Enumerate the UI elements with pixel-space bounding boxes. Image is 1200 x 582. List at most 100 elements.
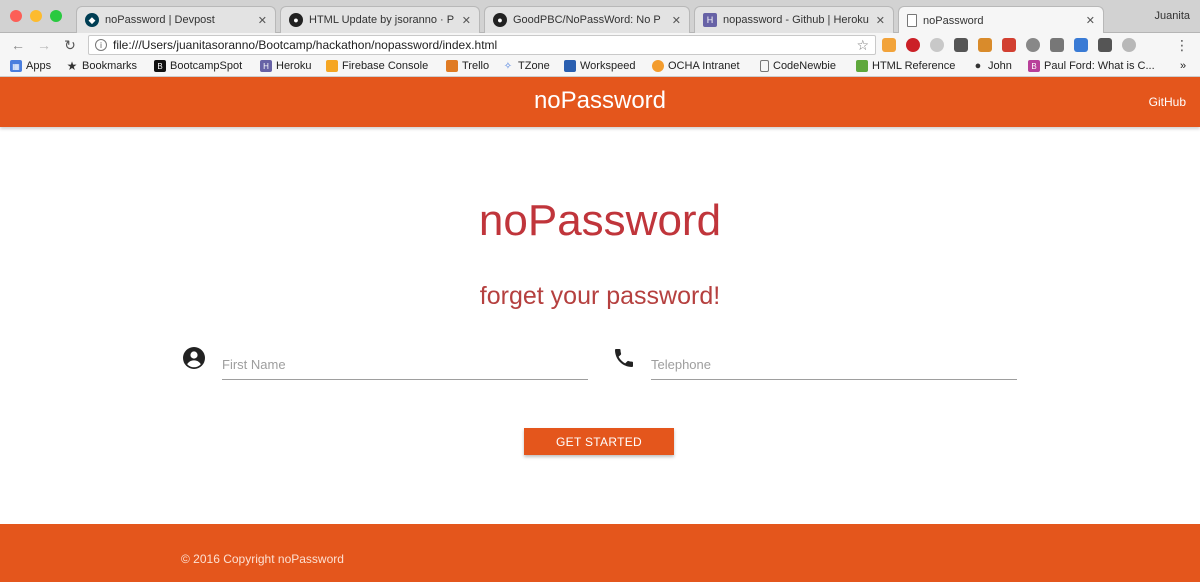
bookmark-ocha[interactable]: OCHA Intranet: [652, 60, 740, 72]
heroku-icon: H: [703, 13, 717, 27]
bookmark-label: Workspeed: [580, 60, 636, 72]
get-started-button[interactable]: GET STARTED: [524, 428, 674, 455]
profile-button[interactable]: Juanita: [1155, 10, 1190, 22]
bookmark-apps[interactable]: ▦ Apps: [10, 60, 51, 72]
github-link[interactable]: GitHub: [1149, 95, 1186, 109]
close-tab-icon[interactable]: ✕: [1086, 14, 1095, 27]
ocha-icon: [652, 60, 664, 72]
bookmark-label: Heroku: [276, 60, 312, 72]
hero-subtitle: forget your password!: [479, 282, 721, 310]
amazon-extension-icon[interactable]: [882, 38, 896, 52]
extension-icon[interactable]: [1122, 38, 1136, 52]
bookmark-john[interactable]: ● John: [972, 60, 1012, 72]
bookmark-label: Apps: [26, 60, 52, 72]
tab-title: HTML Update by jsoranno · P: [309, 14, 455, 26]
bookmark-label: Firebase Console: [342, 60, 429, 72]
bookmark-heroku[interactable]: H Heroku: [260, 60, 311, 72]
tzone-icon: ✧: [503, 60, 513, 72]
back-icon[interactable]: ←: [10, 36, 26, 54]
heroku-icon: H: [260, 60, 272, 72]
bookmark-firebase[interactable]: Firebase Console: [326, 60, 428, 72]
close-tab-icon[interactable]: ✕: [258, 14, 267, 27]
close-window-button[interactable]: [10, 10, 22, 22]
browser-tab-bar: ◆ noPassword | Devpost ✕ ● HTML Update b…: [0, 0, 1200, 34]
bookmark-tzone[interactable]: ✧ TZone: [502, 60, 550, 72]
bookmark-label: HTML Reference: [872, 60, 956, 72]
firebase-icon: [326, 60, 338, 72]
bookmark-workspeed[interactable]: Workspeed: [564, 60, 635, 72]
reload-icon[interactable]: ↻: [62, 36, 78, 54]
browser-tab-active[interactable]: noPassword ✕: [898, 6, 1104, 34]
browser-tab[interactable]: H nopassword - Github | Heroku ✕: [694, 6, 894, 33]
trello-icon: [446, 60, 458, 72]
navbar-brand[interactable]: noPassword: [0, 87, 1200, 115]
b-icon: B: [154, 60, 166, 72]
bookmark-paul-ford[interactable]: B Paul Ford: What is C...: [1028, 60, 1155, 72]
telephone-field: [651, 350, 1017, 380]
menu-icon[interactable]: ⋮: [1174, 36, 1190, 54]
cloud-extension-icon[interactable]: [930, 38, 944, 52]
page-icon: [760, 60, 769, 72]
tab-title: GoodPBC/NoPassWord: No P: [513, 14, 661, 26]
github-icon: ●: [493, 13, 507, 27]
forward-icon[interactable]: →: [36, 36, 52, 54]
extension-icon[interactable]: [1074, 38, 1088, 52]
bookmark-label: BootcampSpot: [170, 60, 243, 72]
extension-icon[interactable]: [1050, 38, 1064, 52]
bookmark-label: Paul Ford: What is C...: [1044, 60, 1155, 72]
bookmark-label: CodeNewbie: [773, 60, 836, 72]
site-navbar: noPassword GitHub: [0, 77, 1200, 127]
extension-icon[interactable]: [1026, 38, 1040, 52]
bookmark-label: Trello: [462, 60, 490, 72]
copyright-text: © 2016 Copyright noPassword: [181, 552, 344, 566]
bookmark-star-icon[interactable]: ☆: [856, 37, 869, 54]
tab-title: noPassword: [923, 14, 984, 27]
browser-tab[interactable]: ● GoodPBC/NoPassWord: No P ✕: [484, 6, 690, 33]
devpost-icon: ◆: [85, 13, 99, 27]
close-tab-icon[interactable]: ✕: [672, 14, 681, 27]
apps-grid-icon: ▦: [10, 60, 22, 72]
tab-title: nopassword - Github | Heroku: [723, 14, 869, 26]
bookmark-label: TZone: [518, 60, 550, 72]
browser-tab[interactable]: ● HTML Update by jsoranno · P ✕: [280, 6, 480, 33]
phone-icon: [615, 349, 633, 367]
maximize-window-button[interactable]: [50, 10, 62, 22]
account-circle-icon: [183, 347, 205, 369]
bookmark-bookmarks[interactable]: ★ Bookmarks: [66, 59, 138, 73]
telephone-input[interactable]: [651, 350, 1017, 378]
hero-title: noPassword: [478, 196, 722, 245]
bookmark-trello[interactable]: Trello: [446, 60, 489, 72]
browser-toolbar: ← → ↻ i file:///Users/juanitasoranno/Boo…: [0, 33, 1200, 57]
extension-icon[interactable]: [978, 38, 992, 52]
close-tab-icon[interactable]: ✕: [462, 14, 471, 27]
extension-icon[interactable]: [1098, 38, 1112, 52]
browser-tab[interactable]: ◆ noPassword | Devpost ✕: [76, 6, 276, 33]
bookmark-codenewbie[interactable]: CodeNewbie: [760, 60, 836, 72]
bookmark-html-reference[interactable]: HTML Reference: [856, 60, 955, 72]
bookmark-label: Bookmarks: [82, 60, 138, 72]
html-icon: [856, 60, 868, 72]
bookmark-bootcampspot[interactable]: B BootcampSpot: [154, 60, 242, 72]
first-name-field: [222, 350, 588, 380]
extension-icon[interactable]: [1002, 38, 1016, 52]
bookmark-label: OCHA Intranet: [668, 60, 740, 72]
workspeed-icon: [564, 60, 576, 72]
b-icon: B: [1028, 60, 1040, 72]
url-text: file:///Users/juanitasoranno/Bootcamp/ha…: [113, 38, 498, 52]
apple-icon: ●: [974, 60, 982, 72]
page-icon: [907, 14, 917, 27]
bookmarks-bar: ▦ Apps ★ Bookmarks B BootcampSpot H Hero…: [0, 57, 1200, 77]
first-name-input[interactable]: [222, 350, 588, 378]
github-icon: ●: [289, 13, 303, 27]
star-icon: ★: [66, 59, 78, 73]
address-bar[interactable]: i file:///Users/juanitasoranno/Bootcamp/…: [88, 35, 876, 55]
site-footer: © 2016 Copyright noPassword: [0, 524, 1200, 582]
info-icon[interactable]: i: [95, 39, 107, 51]
bookmarks-overflow-button[interactable]: »: [1180, 60, 1186, 72]
close-tab-icon[interactable]: ✕: [876, 14, 885, 27]
pocket-extension-icon[interactable]: [954, 38, 968, 52]
pinterest-extension-icon[interactable]: [906, 38, 920, 52]
minimize-window-button[interactable]: [30, 10, 42, 22]
bookmark-label: John: [988, 60, 1012, 72]
tab-title: noPassword | Devpost: [105, 14, 215, 26]
